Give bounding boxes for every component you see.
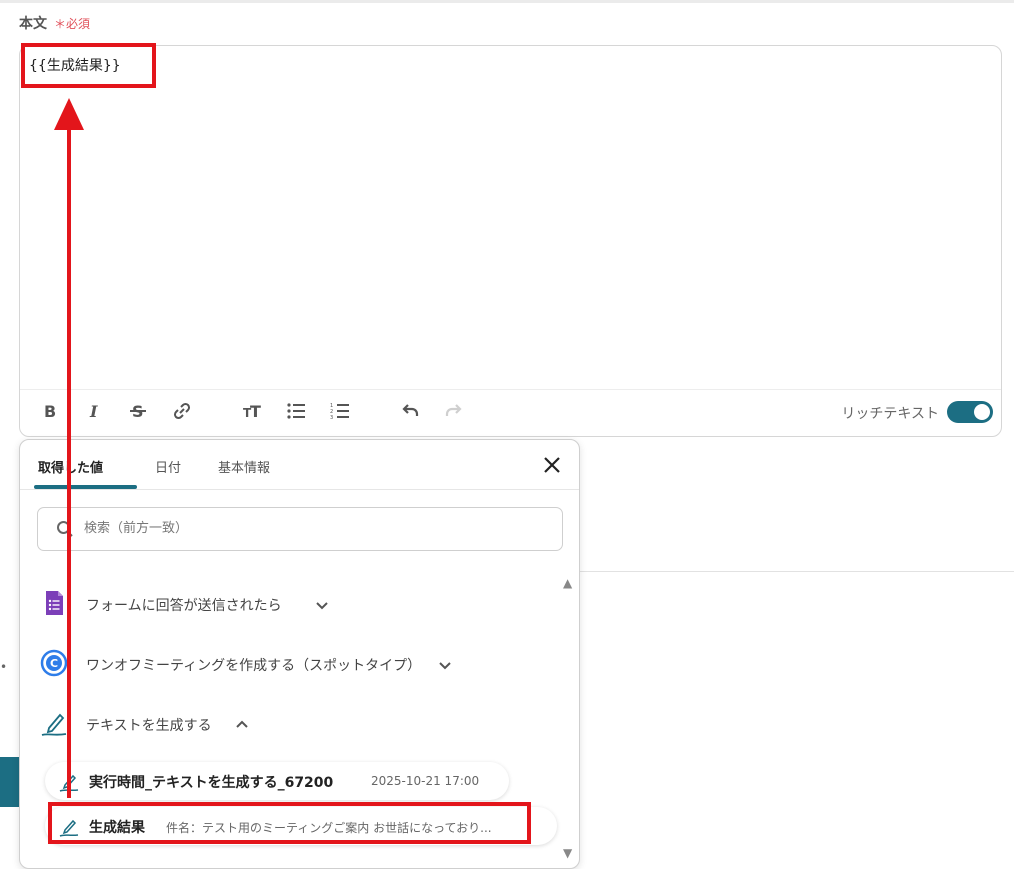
link-icon[interactable] <box>169 398 195 424</box>
background-divider <box>580 571 1014 572</box>
top-divider <box>0 0 1014 3</box>
chevron-down-icon <box>315 597 329 611</box>
chip-value: 件名：テスト用のミーティングご案内 お世話になっており... <box>166 821 492 835</box>
section-generate-text[interactable]: テキストを生成する <box>40 703 540 743</box>
tab-date[interactable]: 日付 <box>155 457 181 476</box>
section-one-off-meeting[interactable]: C ワンオフミーティングを作成する（スポットタイプ） <box>40 643 540 683</box>
editor-content[interactable]: {{生成結果}} <box>29 55 121 75</box>
italic-icon[interactable]: I <box>81 398 107 424</box>
bullet-list-icon[interactable] <box>283 398 309 424</box>
chevron-down-icon <box>438 657 452 671</box>
svg-text:I: I <box>89 402 98 421</box>
editor-toolbar: B I S TT 123 リッチテキスト <box>20 389 1001 436</box>
numbered-list-icon[interactable]: 123 <box>327 398 353 424</box>
required-mark: ＊ <box>54 17 67 31</box>
scroll-up-arrow[interactable]: ▲ <box>563 576 572 590</box>
toggle-knob <box>974 404 990 420</box>
rich-text-label: リッチテキスト <box>841 406 939 422</box>
chip-value: 2025-10-21 17:00 <box>371 774 480 788</box>
section-label: テキストを生成する <box>86 718 212 734</box>
strikethrough-icon[interactable]: S <box>125 398 151 424</box>
section-form-submitted[interactable]: フォームに回答が送信されたら <box>40 583 540 623</box>
search-input[interactable] <box>82 520 546 537</box>
variable-chip-generated-result[interactable]: 生成結果 件名：テスト用のミーティングご案内 お世話になっており... <box>45 807 557 845</box>
undo-icon[interactable] <box>397 398 423 424</box>
rich-text-toggle[interactable] <box>947 401 993 423</box>
section-label: フォームに回答が送信されたら <box>86 598 282 614</box>
background-button-fragment <box>0 757 19 807</box>
field-label: 本文 <box>19 16 47 32</box>
background-fragment: • <box>0 660 8 674</box>
tab-basic-info[interactable]: 基本情報 <box>218 457 270 476</box>
google-forms-icon <box>40 589 68 617</box>
calendar-app-icon: C <box>40 649 68 677</box>
scroll-down-arrow[interactable]: ▼ <box>563 846 572 860</box>
chip-label: 生成結果 <box>89 820 145 836</box>
variable-picker-popup: 取得した値 日付 基本情報 ▲ ▼ フォームに回答が送信されたら C ワンオフミ… <box>19 439 580 869</box>
search-icon <box>56 520 74 538</box>
tab-acquired-values[interactable]: 取得した値 <box>38 457 103 476</box>
close-icon[interactable] <box>541 454 563 476</box>
svg-text:C: C <box>50 657 58 670</box>
required-badge: ＊必須 <box>54 15 90 32</box>
ai-pen-icon <box>59 817 79 837</box>
chip-label: 実行時間_テキストを生成する_67200 <box>89 775 334 791</box>
chevron-up-icon <box>235 717 249 731</box>
required-text: 必須 <box>66 17 91 31</box>
search-field[interactable] <box>37 507 563 551</box>
bold-icon[interactable]: B <box>37 398 63 424</box>
ai-pen-icon <box>59 772 79 792</box>
active-tab-indicator <box>34 485 137 489</box>
picker-tabs: 取得した値 日付 基本情報 <box>20 440 579 490</box>
redo-icon[interactable] <box>441 398 467 424</box>
svg-text:B: B <box>44 402 56 421</box>
text-size-icon[interactable]: TT <box>239 398 265 424</box>
ai-pen-icon <box>40 709 68 737</box>
svg-text:T: T <box>250 402 261 421</box>
section-label: ワンオフミーティングを作成する（スポットタイプ） <box>86 658 422 674</box>
svg-text:3: 3 <box>330 415 333 421</box>
body-editor[interactable]: {{生成結果}} B I S TT 123 リッチテキスト <box>19 45 1002 437</box>
variable-chip-execution-time[interactable]: 実行時間_テキストを生成する_67200 2025-10-21 17:00 <box>45 762 509 800</box>
